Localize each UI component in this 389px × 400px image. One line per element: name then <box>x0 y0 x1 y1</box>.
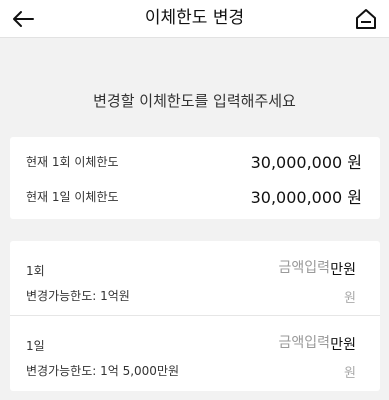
daily-amount-input[interactable] <box>210 333 330 353</box>
per-transfer-unit-won: 원 <box>344 291 356 306</box>
arrow-left-icon <box>13 11 34 27</box>
page-title: 이체한도 변경 <box>144 8 245 28</box>
per-transfer-label: 1회 <box>26 264 45 278</box>
daily-label: 1일 <box>26 339 45 353</box>
home-button[interactable] <box>351 4 381 34</box>
per-transfer-limit-row: 1회 변경가능한도: 1억원 만원 원 <box>10 241 380 316</box>
current-per-transfer-limit-value: 30,000,000 원 <box>250 153 362 172</box>
daily-unit-won: 원 <box>344 366 356 381</box>
per-transfer-available-limit: 변경가능한도: 1억원 <box>26 289 130 303</box>
current-per-transfer-limit-row: 현재 1회 이체한도 30,000,000 원 <box>26 149 362 172</box>
current-per-transfer-limit-label: 현재 1회 이체한도 <box>26 155 119 169</box>
per-transfer-amount-input[interactable] <box>210 258 330 278</box>
daily-unit-man-won: 만원 <box>330 337 356 353</box>
current-daily-limit-row: 현재 1일 이체한도 30,000,000 원 <box>26 184 362 207</box>
current-daily-limit-value: 30,000,000 원 <box>250 188 362 207</box>
per-transfer-unit-man-won: 만원 <box>330 262 356 278</box>
daily-available-limit: 변경가능한도: 1억 5,000만원 <box>26 364 180 378</box>
current-limits-card: 현재 1회 이체한도 30,000,000 원 현재 1일 이체한도 30,00… <box>10 137 380 219</box>
current-daily-limit-label: 현재 1일 이체한도 <box>26 190 119 204</box>
home-icon <box>356 9 376 29</box>
back-button[interactable] <box>8 4 38 34</box>
top-app-bar: 이체한도 변경 <box>0 0 389 38</box>
daily-limit-row: 1일 변경가능한도: 1억 5,000만원 만원 원 <box>10 316 380 391</box>
limit-edit-card: 1회 변경가능한도: 1억원 만원 원 1일 변경가능한도: 1억 5,000만… <box>10 241 380 391</box>
instruction-text: 변경할 이체한도를 입력해주세요 <box>93 92 296 110</box>
